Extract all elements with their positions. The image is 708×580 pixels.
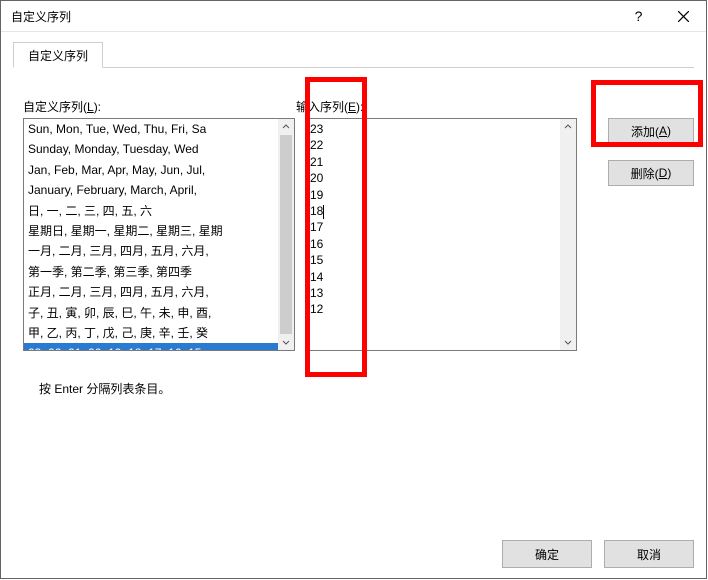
list-item[interactable]: 第一季, 第二季, 第三季, 第四季 — [24, 262, 294, 282]
list-item[interactable]: 一月, 二月, 三月, 四月, 五月, 六月, — [24, 241, 294, 261]
ok-button[interactable]: 确定 — [502, 540, 592, 568]
add-button[interactable]: 添加(A) — [608, 118, 694, 144]
input-line: 13 — [310, 285, 572, 301]
input-line: 22 — [310, 137, 572, 153]
list-item[interactable]: Sunday, Monday, Tuesday, Wed — [24, 139, 294, 159]
list-item[interactable]: Sun, Mon, Tue, Wed, Thu, Fri, Sa — [24, 119, 294, 139]
input-line: 20 — [310, 170, 572, 186]
list-item[interactable]: 正月, 二月, 三月, 四月, 五月, 六月, — [24, 282, 294, 302]
scroll-down-icon[interactable] — [560, 334, 576, 350]
list-item[interactable]: 星期日, 星期一, 星期二, 星期三, 星期 — [24, 221, 294, 241]
listbox-inner: Sun, Mon, Tue, Wed, Thu, Fri, SaSunday, … — [23, 118, 295, 351]
cancel-button[interactable]: 取消 — [604, 540, 694, 568]
list-item[interactable]: Jan, Feb, Mar, Apr, May, Jun, Jul, — [24, 160, 294, 180]
list-item[interactable]: 子, 丑, 寅, 卯, 辰, 巳, 午, 未, 申, 酉, — [24, 303, 294, 323]
scroll-up-icon[interactable] — [560, 119, 576, 135]
input-line: 21 — [310, 154, 572, 170]
scroll-track[interactable] — [278, 135, 294, 334]
textarea-scrollbar[interactable] — [560, 119, 576, 350]
titlebar[interactable]: 自定义序列 ? — [1, 1, 706, 32]
textarea-inner: 232221201918171615141312 — [305, 118, 577, 351]
input-line: 12 — [310, 301, 572, 317]
list-item[interactable]: 日, 一, 二, 三, 四, 五, 六 — [24, 201, 294, 221]
input-line: 19 — [310, 187, 572, 203]
custom-lists-dialog: 自定义序列 ? 自定义序列 自定义序列(L): 输入序列(E): Sun, Mo… — [0, 0, 707, 579]
dialog-body: 自定义序列(L): 输入序列(E): Sun, Mon, Tue, Wed, T… — [1, 68, 706, 88]
input-line: 23 — [310, 121, 572, 137]
dialog-footer: 确定 取消 — [502, 540, 694, 568]
list-item-selected[interactable]: 23, 22, 21, 20, 19, 18, 17, 16, 15, — [24, 343, 294, 351]
scroll-thumb[interactable] — [280, 135, 292, 334]
input-list-label: 输入序列(E): — [296, 98, 363, 115]
tab-custom-lists[interactable]: 自定义序列 — [13, 42, 103, 68]
list-item[interactable]: 甲, 乙, 丙, 丁, 戊, 己, 庚, 辛, 壬, 癸 — [24, 323, 294, 343]
scroll-down-icon[interactable] — [278, 334, 294, 350]
tab-label: 自定义序列 — [28, 47, 88, 64]
delete-button[interactable]: 删除(D) — [608, 160, 694, 186]
input-sequence-textarea[interactable]: 232221201918171615141312 — [305, 118, 577, 351]
input-line: 18 — [310, 203, 572, 219]
scroll-track[interactable] — [560, 135, 576, 334]
tab-area: 自定义序列 — [1, 32, 706, 68]
custom-lists-listbox[interactable]: Sun, Mon, Tue, Wed, Thu, Fri, SaSunday, … — [23, 118, 295, 351]
window-title: 自定义序列 — [1, 8, 71, 25]
side-buttons: 添加(A) 删除(D) — [608, 118, 694, 202]
input-line: 15 — [310, 252, 572, 268]
hint-text: 按 Enter 分隔列表条目。 — [39, 380, 170, 397]
input-line: 17 — [310, 219, 572, 235]
help-button[interactable]: ? — [616, 1, 661, 31]
close-button[interactable] — [661, 1, 706, 31]
tab-strip: 自定义序列 — [13, 44, 694, 68]
custom-list-label: 自定义序列(L): — [23, 98, 101, 115]
list-item[interactable]: January, February, March, April, — [24, 180, 294, 200]
close-icon — [678, 11, 689, 22]
scroll-up-icon[interactable] — [278, 119, 294, 135]
text-caret — [323, 205, 324, 219]
listbox-scrollbar[interactable] — [278, 119, 294, 350]
input-line: 16 — [310, 236, 572, 252]
input-line: 14 — [310, 269, 572, 285]
